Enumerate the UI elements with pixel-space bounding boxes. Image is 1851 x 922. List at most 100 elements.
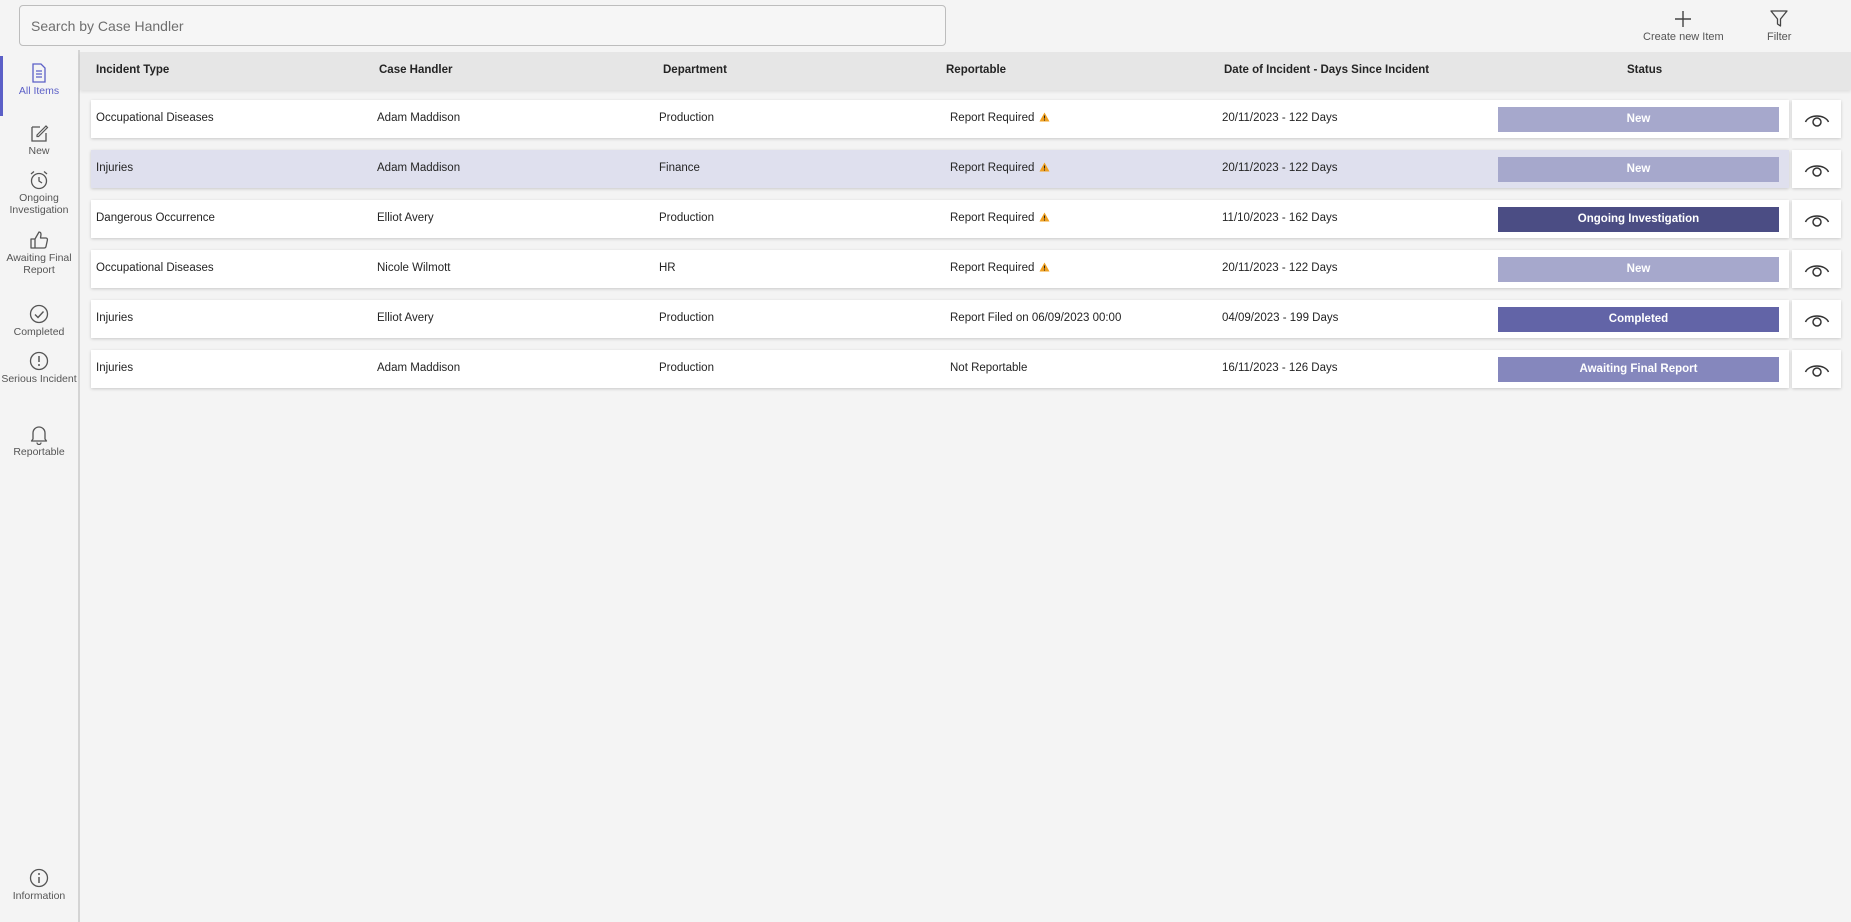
info-icon: [29, 868, 49, 888]
warning-icon: [1039, 212, 1050, 222]
cell-case-handler: Elliot Avery: [377, 212, 434, 224]
view-item-button[interactable]: [1792, 100, 1841, 138]
sidebar-item-new[interactable]: New: [0, 122, 78, 157]
view-item-button[interactable]: [1792, 200, 1841, 238]
table-row[interactable]: Occupational Diseases Nicole Wilmott HR Rep…: [91, 250, 1789, 288]
cell-incident-type: Injuries: [96, 312, 134, 324]
thumbs-up-icon: [30, 231, 49, 249]
sidebar-item-label: Serious Incident: [1, 373, 77, 385]
cell-reportable: Report Filed on 06/09/2023 00:00: [950, 312, 1121, 324]
cell-department: Production: [659, 212, 714, 224]
sidebar-item-label: New: [28, 145, 50, 157]
status-badge: Completed: [1498, 307, 1779, 332]
sidebar-item-serious-incident[interactable]: Serious Incident: [0, 350, 78, 385]
header-date[interactable]: Date of Incident - Days Since Incident: [1224, 64, 1429, 76]
cell-incident-type: Occupational Diseases: [96, 262, 214, 274]
document-icon: [32, 63, 46, 83]
exclamation-circle-icon: [29, 351, 49, 371]
cell-reportable: Not Reportable: [950, 362, 1027, 374]
cell-date: 11/10/2023 - 162 Days: [1222, 212, 1338, 224]
table-header: Incident Type Case Handler Department Re…: [80, 52, 1851, 90]
header-department[interactable]: Department: [663, 64, 727, 76]
table-row[interactable]: Injuries Elliot Avery Production Report Fil…: [91, 300, 1789, 338]
status-badge: New: [1498, 157, 1779, 182]
sidebar-item-information[interactable]: Information: [0, 867, 78, 902]
eye-icon: [1804, 315, 1829, 327]
sidebar-item-all-items[interactable]: All Items: [0, 56, 78, 116]
cell-incident-type: Occupational Diseases: [96, 112, 214, 124]
sidebar-item-label: Reportable: [13, 446, 65, 458]
sidebar-item-awaiting-final-report[interactable]: Awaiting Final Report: [0, 229, 78, 276]
cell-reportable: Report Required: [950, 262, 1050, 274]
eye-icon: [1804, 365, 1829, 377]
cell-case-handler: Adam Maddison: [377, 112, 461, 124]
sidebar-item-label: Awaiting Final Report: [6, 252, 72, 276]
reportable-text: Not Reportable: [950, 362, 1028, 374]
check-circle-icon: [29, 304, 49, 324]
cell-department: Production: [659, 362, 714, 374]
warning-icon: [1039, 162, 1050, 172]
cell-incident-type: Dangerous Occurrence: [96, 212, 215, 224]
search-input[interactable]: [19, 5, 946, 46]
sidebar: All Items New Ongoing Investigation Awai…: [0, 50, 80, 922]
table-row[interactable]: Injuries Adam Maddison Production Not Repor…: [91, 350, 1789, 388]
status-badge: New: [1498, 257, 1779, 282]
view-item-button[interactable]: [1792, 350, 1841, 388]
cell-department: HR: [659, 262, 676, 274]
cell-case-handler: Adam Maddison: [377, 162, 461, 174]
table-row[interactable]: Dangerous Occurrence Elliot Avery Producti…: [91, 200, 1789, 238]
cell-department: Finance: [659, 162, 700, 174]
cell-date: 20/11/2023 - 122 Days: [1222, 112, 1338, 124]
reportable-text: Report Required: [950, 112, 1035, 124]
cell-date: 04/09/2023 - 199 Days: [1222, 312, 1339, 324]
warning-icon: [1039, 112, 1050, 122]
filter-button[interactable]: Filter: [1767, 8, 1791, 43]
view-item-button[interactable]: [1792, 250, 1841, 288]
plus-icon: [1675, 11, 1692, 27]
header-reportable[interactable]: Reportable: [946, 64, 1006, 76]
cell-case-handler: Elliot Avery: [377, 312, 434, 324]
reportable-text: Report Filed on 06/09/2023 00:00: [950, 312, 1122, 324]
sidebar-item-label: Information: [12, 890, 66, 902]
cell-department: Production: [659, 112, 714, 124]
sidebar-item-completed[interactable]: Completed: [0, 303, 78, 338]
header-case-handler[interactable]: Case Handler: [379, 64, 453, 76]
cell-reportable: Report Required: [950, 112, 1050, 124]
reportable-text: Report Required: [950, 262, 1035, 274]
bell-icon: [30, 426, 48, 445]
reportable-text: Report Required: [950, 162, 1035, 174]
filter-label: Filter: [1767, 31, 1792, 43]
eye-icon: [1804, 165, 1829, 177]
compose-icon: [31, 125, 49, 142]
sidebar-item-label: Ongoing Investigation: [9, 192, 69, 216]
cell-incident-type: Injuries: [96, 162, 134, 174]
header-status[interactable]: Status: [1627, 64, 1662, 76]
sidebar-item-reportable[interactable]: Reportable: [0, 423, 78, 458]
create-new-item-label: Create new Item: [1643, 31, 1724, 43]
sidebar-item-label: Completed: [13, 326, 65, 338]
header-incident-type[interactable]: Incident Type: [96, 64, 169, 76]
cell-case-handler: Nicole Wilmott: [377, 262, 451, 274]
reportable-text: Report Required: [950, 212, 1035, 224]
cell-incident-type: Injuries: [96, 362, 134, 374]
status-badge: Ongoing Investigation: [1498, 207, 1779, 232]
cell-reportable: Report Required: [950, 212, 1050, 224]
alarm-clock-icon: [30, 171, 48, 190]
view-item-button[interactable]: [1792, 300, 1841, 338]
cell-date: 20/11/2023 - 122 Days: [1222, 162, 1338, 174]
eye-icon: [1804, 265, 1829, 277]
cell-case-handler: Adam Maddison: [377, 362, 461, 374]
eye-icon: [1804, 215, 1829, 227]
filter-icon: [1770, 10, 1788, 27]
cell-date: 20/11/2023 - 122 Days: [1222, 262, 1338, 274]
sidebar-item-label: All Items: [18, 85, 60, 97]
cell-reportable: Report Required: [950, 162, 1050, 174]
cell-department: Production: [659, 312, 714, 324]
table-row[interactable]: Injuries Adam Maddison Finance Report Requi…: [91, 150, 1789, 188]
table-row[interactable]: Occupational Diseases Adam Maddison Produc…: [91, 100, 1789, 138]
view-item-button[interactable]: [1792, 150, 1841, 188]
sidebar-item-ongoing-investigation[interactable]: Ongoing Investigation: [0, 169, 78, 216]
status-badge: New: [1498, 107, 1779, 132]
status-badge: Awaiting Final Report: [1498, 357, 1779, 382]
create-new-item-button[interactable]: Create new Item: [1643, 8, 1724, 43]
